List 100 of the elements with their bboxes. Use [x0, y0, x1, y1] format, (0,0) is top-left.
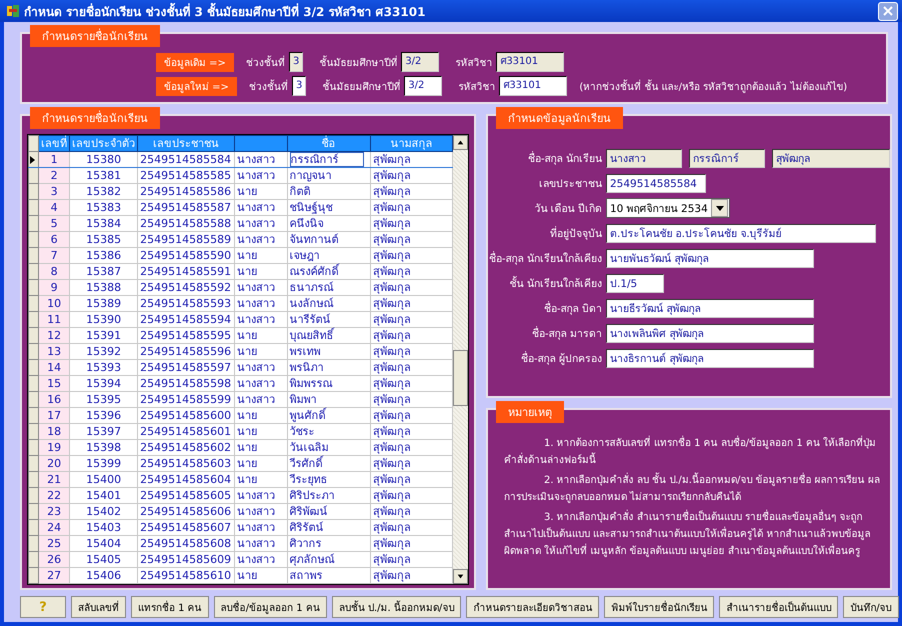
input-field: นางสาว	[606, 148, 682, 168]
table-cell: 2549514585601	[140, 424, 232, 439]
scrollbar[interactable]	[453, 135, 468, 584]
table-cell: นารีรัตน์	[290, 312, 331, 327]
table-cell: 15382	[86, 184, 122, 199]
field-label: ชื่อ-สกุล ผู้ปกครอง	[520, 350, 602, 366]
table-cell: 7	[50, 248, 58, 263]
group-legend: กำหนดข้อมูลนักเรียน	[496, 107, 623, 129]
command-button[interactable]: บันทึก/จบ	[843, 596, 899, 618]
table-cell: 15398	[86, 440, 122, 455]
command-button[interactable]: สลับเลขที่	[71, 596, 126, 618]
input-field[interactable]: 3	[292, 76, 306, 96]
table-cell: สุพัฒกุล	[372, 440, 411, 455]
app-icon	[6, 4, 20, 18]
input-field[interactable]: ป.1/5	[606, 274, 664, 292]
table-cell: นางสาว	[236, 312, 275, 327]
table-cell: นาย	[236, 264, 257, 279]
table-cell: 15405	[86, 552, 122, 567]
table-cell: ศิริประภา	[290, 488, 335, 503]
table-cell: 15406	[86, 568, 122, 583]
table-cell: นางสาว	[236, 360, 275, 375]
input-field[interactable]: นายพันธวัฒน์ สุพัฒกุล	[606, 248, 814, 268]
table-cell: 15392	[86, 344, 122, 359]
command-button[interactable]: แทรกชื่อ 1 คน	[131, 596, 209, 618]
table-cell: 19	[47, 440, 62, 455]
table-cell: นาย	[236, 456, 257, 471]
scroll-thumb[interactable]	[453, 350, 468, 406]
table-cell: สุพัฒกุล	[372, 264, 411, 279]
table-cell: นางสาว	[236, 232, 275, 247]
table-cell: 2549514585602	[140, 440, 232, 455]
column-header[interactable]	[234, 136, 288, 152]
table-cell: สุพัฒกุล	[372, 360, 411, 375]
input-field[interactable]: นายธีรวัฒน์ สุพัฒกุล	[606, 298, 814, 318]
scroll-down-icon[interactable]	[453, 569, 468, 584]
table-cell: 16	[47, 392, 62, 407]
table-cell: นางสาว	[236, 280, 275, 295]
input-field[interactable]: นางธิรกานต์ สุพัฒกุล	[606, 348, 814, 368]
table-cell: 2549514585594	[140, 312, 232, 327]
input-field: 3/2	[401, 52, 440, 72]
input-field[interactable]: นางเพลินพิศ สุพัฒกุล	[606, 324, 814, 342]
input-field[interactable]: ศ33101	[499, 76, 568, 96]
table-cell: 1	[50, 152, 58, 167]
table-cell: 8	[50, 264, 58, 279]
command-button[interactable]: สำเนารายชื่อเป็นต้นแบบ	[719, 596, 838, 618]
table-cell: 15393	[86, 360, 122, 375]
table-cell: ศิริพัฒน์	[290, 504, 328, 519]
close-button[interactable]	[878, 2, 898, 20]
table-cell: 15	[47, 376, 62, 391]
table-cell: สุพัฒกุล	[372, 216, 411, 231]
table-cell: 15385	[86, 232, 122, 247]
table-cell: สุพัฒกุล	[372, 408, 411, 423]
table-cell: สุพัฒกุล	[372, 328, 411, 343]
table-cell: นาย	[236, 248, 257, 263]
table-cell: 2549514585599	[140, 392, 232, 407]
table-cell: พรเทพ	[290, 344, 321, 359]
table-cell: นางสาว	[236, 216, 275, 231]
table-cell: 11	[47, 312, 62, 327]
table-cell: 15397	[86, 424, 122, 439]
table-cell: 4	[50, 200, 58, 215]
field-label: ชื่อ-สกุล มารดา	[530, 325, 602, 342]
command-button[interactable]: ลบชื่อ/ข้อมูลออก 1 คน	[214, 596, 327, 618]
date-dropdown[interactable]: 10 พฤศจิกายน 2534	[606, 198, 730, 218]
table-cell: 25	[47, 536, 62, 551]
row-header	[28, 136, 39, 152]
group-legend: กำหนดรายชื่อนักเรียน	[30, 25, 160, 47]
table-cell: 24	[47, 520, 62, 535]
table-cell: คนึงนิจ	[290, 216, 324, 231]
input-field: สุพัฒกุล	[772, 148, 890, 168]
field-label: ช่วงชั้นที่	[246, 54, 285, 70]
table-cell: นางสาว	[236, 168, 275, 183]
table-cell: 2549514585606	[140, 504, 232, 519]
table-cell: นาย	[236, 408, 257, 423]
table-cell: นางสาว	[236, 392, 275, 407]
table-cell: 2549514585608	[140, 536, 232, 551]
input-field: กรรณิการ์	[689, 148, 765, 168]
command-button[interactable]: พิมพ์ใบรายชื่อนักเรียน	[604, 596, 714, 618]
table-cell: 17	[47, 408, 62, 423]
input-field[interactable]: 2549514585584	[606, 174, 706, 192]
table-cell: 13	[47, 344, 62, 359]
table-cell: สุพัฒกุล	[372, 424, 411, 439]
input-field: ศ33101	[496, 52, 564, 72]
table-cell: สุพัฒกุล	[372, 472, 411, 487]
table-cell: นาย	[236, 424, 257, 439]
field-label: เลขประชาชน	[538, 176, 602, 192]
input-field[interactable]: 3/2	[404, 76, 442, 96]
field-label: รหัสวิชา	[455, 56, 492, 70]
table-cell: บุณยสิทธิ์	[290, 328, 334, 343]
table-cell: นาย	[236, 440, 257, 455]
scroll-up-icon[interactable]	[453, 135, 468, 150]
table-cell: นงลักษณ์	[290, 296, 334, 311]
table-cell: 20	[47, 456, 62, 471]
command-button[interactable]: กำหนดรายละเอียดวิชาสอน	[466, 596, 600, 618]
table-cell: นางสาว	[236, 296, 275, 311]
table-cell: กรรณิการ์	[290, 152, 364, 167]
table-cell: 6	[50, 232, 58, 247]
row-selector[interactable]	[28, 152, 39, 168]
command-button[interactable]: ลบชั้น ป./ม. นี้ออกหมด/จบ	[332, 596, 462, 618]
input-field[interactable]: ต.ประโคนชัย อ.ประโคนชัย จ.บุรีรัมย์	[606, 224, 876, 242]
field-label: รหัสวิชา	[458, 80, 496, 94]
table-cell: ศิวากร	[290, 536, 322, 551]
